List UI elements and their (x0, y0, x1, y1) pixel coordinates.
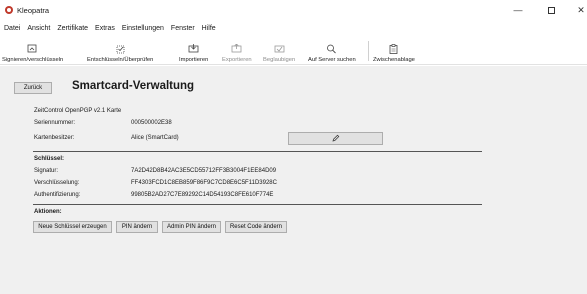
server-search-button[interactable]: Auf Server suchen (308, 39, 356, 63)
kleopatra-logo-icon (5, 6, 13, 14)
export-icon (231, 44, 242, 54)
menu-datei[interactable]: Datei (1, 23, 23, 35)
keys-heading: Schlüssel: (34, 156, 65, 162)
authentication-key-label: Authentifizierung: (34, 192, 81, 198)
page-title: Smartcard-Verwaltung (72, 80, 195, 92)
import-button[interactable]: Importieren (179, 39, 208, 63)
menu-ansicht[interactable]: Ansicht (24, 23, 53, 35)
signature-key-fingerprint: 7A2D42D8B42AC3E5CD55712FF3B3004F1EE84D09 (131, 168, 277, 174)
menu-bar: Datei Ansicht Zertifikate Extras Einstel… (0, 23, 219, 35)
menu-einstellungen[interactable]: Einstellungen (119, 23, 167, 35)
maximize-button[interactable] (541, 4, 561, 16)
divider (33, 151, 482, 152)
maximize-icon (547, 6, 555, 14)
actions-heading: Aktionen: (34, 209, 62, 215)
toolbar: Signieren/verschlüsseln Entschlüsseln/Üb… (0, 37, 587, 65)
sign-encrypt-button[interactable]: Signieren/verschlüsseln (2, 39, 63, 63)
serial-number-label: Seriennummer: (34, 120, 76, 126)
close-button[interactable]: ✕ (571, 4, 587, 16)
menu-fenster[interactable]: Fenster (168, 23, 198, 35)
pencil-icon (331, 134, 340, 144)
change-admin-pin-button[interactable]: Admin PIN ändern (162, 221, 221, 233)
smartcard-management-view: Zurück Smartcard-Verwaltung ZeitControl … (0, 66, 587, 294)
toolbar-separator (368, 41, 369, 61)
change-reset-code-button[interactable]: Reset Code ändern (225, 221, 287, 233)
sign-encrypt-icon (27, 44, 38, 54)
export-button[interactable]: Exportieren (222, 39, 252, 63)
clipboard-button[interactable]: Zwischenablage (373, 39, 415, 63)
back-button[interactable]: Zurück (14, 82, 52, 94)
change-pin-button[interactable]: PIN ändern (116, 221, 158, 233)
card-holder-value: Alice (SmartCard) (131, 135, 179, 141)
clipboard-icon (388, 44, 399, 54)
window-title: Kleopatra (17, 6, 50, 15)
minimize-button[interactable]: — (508, 4, 528, 16)
card-holder-label: Kartenbesitzer: (34, 135, 75, 141)
encryption-key-fingerprint: FF4303FCD1C8EB859F86F9C7CD8E6C5F11D3928C (131, 180, 277, 186)
menu-zertifikate[interactable]: Zertifikate (54, 23, 91, 35)
certify-icon (274, 44, 285, 54)
certify-button[interactable]: Beglaubigen (263, 39, 295, 63)
decrypt-verify-button[interactable]: Entschlüsseln/Überprüfen (87, 39, 153, 63)
menu-extras[interactable]: Extras (92, 23, 118, 35)
close-icon: ✕ (577, 4, 585, 15)
signature-key-label: Signatur: (34, 168, 59, 174)
minimize-icon: — (513, 5, 523, 15)
card-type: ZeitControl OpenPGP v2.1 Karte (34, 108, 122, 114)
edit-card-holder-button[interactable] (288, 132, 383, 145)
title-bar: Kleopatra — ✕ (0, 0, 587, 20)
menu-hilfe[interactable]: Hilfe (199, 23, 219, 35)
decrypt-verify-icon (115, 44, 126, 54)
serial-number-value: 000500002E38 (131, 120, 172, 126)
generate-new-keys-button[interactable]: Neue Schlüssel erzeugen (33, 221, 112, 233)
import-icon (188, 44, 199, 54)
divider (33, 204, 482, 205)
search-icon (326, 44, 337, 54)
encryption-key-label: Verschlüsselung: (34, 180, 80, 186)
authentication-key-fingerprint: 99805B2AD27C7E89292C14D54193C8FE610F774E (131, 192, 274, 198)
